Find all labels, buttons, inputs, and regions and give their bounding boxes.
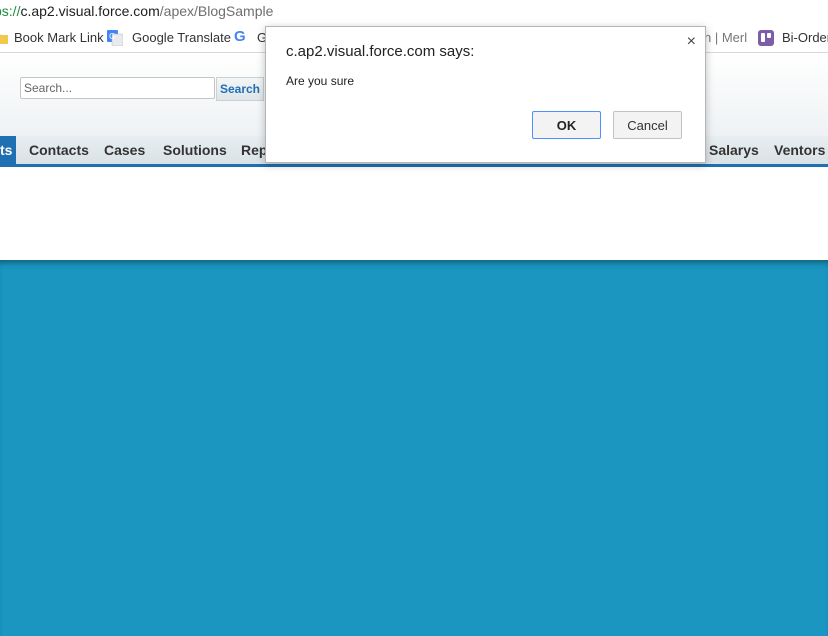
google-icon: G xyxy=(234,28,246,45)
content-band xyxy=(0,260,828,636)
tab-cases[interactable]: Cases xyxy=(104,136,145,164)
ok-button[interactable]: OK xyxy=(532,111,601,139)
tab-reports[interactable]: Rep xyxy=(241,136,267,164)
google-translate-icon: G xyxy=(107,30,123,46)
bookmark-label: Book Mark Link xyxy=(14,30,104,45)
confirm-dialog: c.ap2.visual.force.com says: × Are you s… xyxy=(265,26,706,163)
tab-solutions[interactable]: Solutions xyxy=(163,136,227,164)
close-icon[interactable]: × xyxy=(687,33,696,51)
dialog-message: Are you sure xyxy=(286,74,355,88)
trello-icon xyxy=(758,30,774,46)
url-host: c.ap2.visual.force.com xyxy=(20,3,160,19)
search-button[interactable]: Search xyxy=(216,77,264,101)
page-content-area xyxy=(0,167,828,260)
dialog-title: c.ap2.visual.force.com says: xyxy=(286,43,475,60)
address-bar[interactable]: ps://c.ap2.visual.force.com/apex/BlogSam… xyxy=(0,0,828,24)
cancel-button[interactable]: Cancel xyxy=(613,111,682,139)
tab-active[interactable]: ts xyxy=(0,136,17,164)
bookmark-label: Google Translate xyxy=(132,30,232,45)
url-path: /apex/BlogSample xyxy=(159,3,274,19)
tab-ventors[interactable]: Ventors xyxy=(774,136,825,164)
url-scheme: ps:// xyxy=(0,3,21,19)
bookmark-label: Bi-Order xyxy=(782,30,828,45)
folder-icon xyxy=(0,34,8,44)
bookmark-partial[interactable]: n | Merl xyxy=(704,24,747,52)
search-input[interactable] xyxy=(20,77,215,99)
tab-contacts[interactable]: Contacts xyxy=(29,136,89,164)
svg-text:G: G xyxy=(109,32,115,41)
tab-salarys[interactable]: Salarys xyxy=(709,136,759,164)
bookmark-label: n | Merl xyxy=(704,30,748,45)
